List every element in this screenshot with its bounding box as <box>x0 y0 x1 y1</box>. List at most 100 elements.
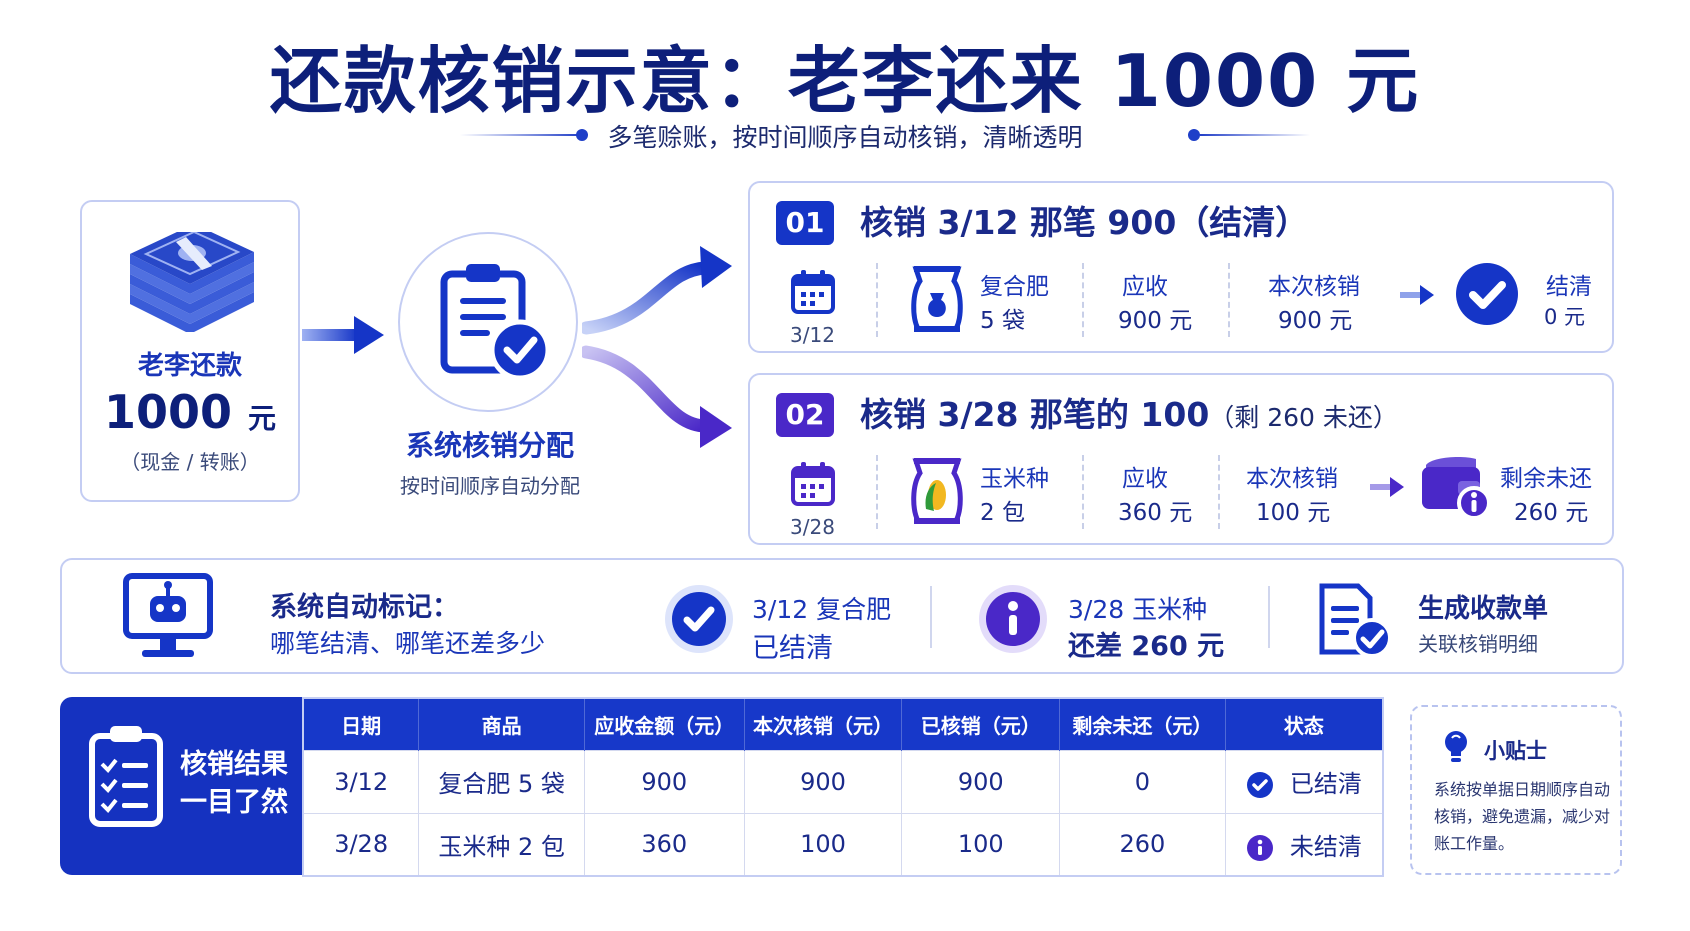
divider <box>876 455 878 529</box>
arrow-right-icon <box>1370 477 1404 497</box>
writeoff-entry-2: 02 核销 3/28 那笔的 100（剩 260 未还） 3/28 玉米种 2 … <box>748 373 1614 545</box>
wallet-info-icon <box>1422 457 1491 519</box>
entry-title-note: （剩 260 未还） <box>1209 403 1398 432</box>
col-header-writeoff: 本次核销（元） <box>744 698 903 750</box>
check-circle-icon <box>665 585 733 653</box>
table-row: 3/28 玉米种 2 包 360 100 100 260 未结清 <box>303 812 1383 876</box>
system-subtitle: 按时间顺序自动分配 <box>400 474 580 498</box>
mark-item-1-line1: 3/12 复合肥 <box>752 595 892 624</box>
cell-written: 900 <box>901 749 1061 813</box>
subtitle-row: 多笔赊账，按时间顺序自动核销，清晰透明 <box>0 118 1690 152</box>
calendar-icon <box>791 462 835 506</box>
arrow-down-curve <box>582 345 713 433</box>
entry-title: 核销 3/12 那笔 900（结清） <box>860 201 1308 248</box>
arrow-down-head <box>700 406 732 448</box>
status-text: 已结清 <box>1289 770 1362 798</box>
divider <box>1228 263 1230 337</box>
cell-remaining: 0 <box>1059 749 1226 813</box>
col-header-date: 日期 <box>303 698 420 750</box>
entry-date: 3/12 <box>790 323 835 347</box>
result-value: 260 元 <box>1514 500 1589 526</box>
payment-amount-value: 1000 <box>103 385 232 439</box>
arrow-right-icon <box>1400 285 1434 305</box>
cell-product: 复合肥 5 袋 <box>418 749 585 813</box>
cell-written: 100 <box>901 812 1061 876</box>
tip-body: 系统按单据日期顺序自动核销，避免遗漏，减少对账工作量。 <box>1434 780 1611 853</box>
receivable-value: 360 元 <box>1118 500 1193 526</box>
receivable-label: 应收 <box>1122 466 1168 492</box>
calendar-icon <box>791 270 835 314</box>
result-label: 剩余未还 <box>1500 466 1592 492</box>
payment-amount-unit: 元 <box>248 402 277 435</box>
cell-remaining: 260 <box>1059 812 1226 876</box>
writeoff-value: 900 元 <box>1278 308 1353 334</box>
status-text: 未结清 <box>1289 832 1362 861</box>
payment-method: （现金 / 转账） <box>120 450 260 474</box>
subtitle-line-right <box>1200 134 1310 136</box>
entry-badge: 01 <box>776 201 834 245</box>
payment-amount: 1000 元 <box>80 385 300 439</box>
mark-item-3-line1: 生成收款单 <box>1418 594 1549 624</box>
banner-title: 系统自动标记： <box>270 592 459 623</box>
table-row: 3/12 复合肥 5 袋 900 900 900 0 已结清 <box>303 749 1383 813</box>
lightbulb-icon <box>1445 731 1467 762</box>
result-title: 核销结果 一目了然 <box>180 746 288 822</box>
writeoff-label: 本次核销 <box>1268 274 1360 300</box>
tip-title: 小贴士 <box>1484 739 1547 763</box>
divider <box>1218 455 1220 529</box>
product-name: 复合肥 <box>980 274 1049 300</box>
entry-date: 3/28 <box>790 515 835 539</box>
cell-status: 未结清 <box>1225 812 1383 876</box>
checklist-icon <box>89 726 163 827</box>
divider <box>1082 455 1084 529</box>
cell-writeoff: 100 <box>744 812 903 876</box>
divider <box>930 586 932 648</box>
writeoff-table: 日期 商品 应收金额（元） 本次核销（元） 已核销（元） 剩余未还（元） 状态 … <box>302 697 1384 877</box>
info-circle-icon <box>1246 834 1273 861</box>
receivable-value: 900 元 <box>1118 308 1193 334</box>
entry-title: 核销 3/28 那笔的 100（剩 260 未还） <box>860 393 1398 440</box>
mark-item-3-line2: 关联核销明细 <box>1418 632 1538 656</box>
cell-date: 3/28 <box>303 812 420 876</box>
cell-product: 玉米种 2 包 <box>418 812 585 876</box>
banner-subtitle: 哪笔结清、哪笔还差多少 <box>270 629 546 658</box>
cell-writeoff: 900 <box>744 749 903 813</box>
cell-receivable: 360 <box>584 812 745 876</box>
check-circle-icon <box>1246 772 1273 798</box>
subtitle-dot-right <box>1188 129 1200 141</box>
cell-date: 3/12 <box>303 749 420 813</box>
system-title: 系统核销分配 <box>405 429 574 462</box>
product-name: 玉米种 <box>980 466 1049 492</box>
divider <box>876 263 878 337</box>
writeoff-entry-1: 01 核销 3/12 那笔 900（结清） 3/12 复合肥 5 袋 应收 90… <box>748 181 1614 353</box>
arrow-right-icon <box>302 316 384 354</box>
page-title: 还款核销示意：老李还来 1000 元 <box>269 39 1421 123</box>
result-title-line2: 一目了然 <box>180 787 288 818</box>
divider <box>1082 263 1084 337</box>
clipboard-check-icon <box>440 264 550 380</box>
page-subtitle: 多笔赊账，按时间顺序自动核销，清晰透明 <box>607 123 1083 152</box>
cash-stack-icon <box>130 232 254 332</box>
payment-label: 老李还款 <box>137 351 242 381</box>
writeoff-value: 100 元 <box>1256 500 1331 526</box>
entry-title-text: 核销 3/12 那笔 900（结清） <box>860 203 1309 242</box>
cell-status: 已结清 <box>1225 749 1383 813</box>
col-header-product: 商品 <box>418 698 585 750</box>
product-qty: 5 袋 <box>980 308 1025 334</box>
table-header-row: 日期 商品 应收金额（元） 本次核销（元） 已核销（元） 剩余未还（元） 状态 <box>303 698 1383 750</box>
entry-badge: 02 <box>776 393 834 437</box>
col-header-status: 状态 <box>1225 698 1383 750</box>
receipt-check-icon <box>1319 583 1392 658</box>
result-label: 结清 <box>1546 274 1592 300</box>
check-circle-icon <box>1456 263 1518 325</box>
result-value: 0 元 <box>1544 305 1586 329</box>
entry-title-text: 核销 3/28 那笔的 100 <box>860 395 1210 434</box>
writeoff-label: 本次核销 <box>1246 466 1338 492</box>
mark-item-2-line2: 还差 260 元 <box>1068 631 1225 662</box>
cell-receivable: 900 <box>584 749 745 813</box>
corn-seed-bag-icon <box>911 458 963 524</box>
info-circle-icon <box>979 585 1047 653</box>
mark-item-2-line1: 3/28 玉米种 <box>1068 595 1208 624</box>
receivable-label: 应收 <box>1122 274 1168 300</box>
result-title-line1: 核销结果 <box>180 749 288 780</box>
